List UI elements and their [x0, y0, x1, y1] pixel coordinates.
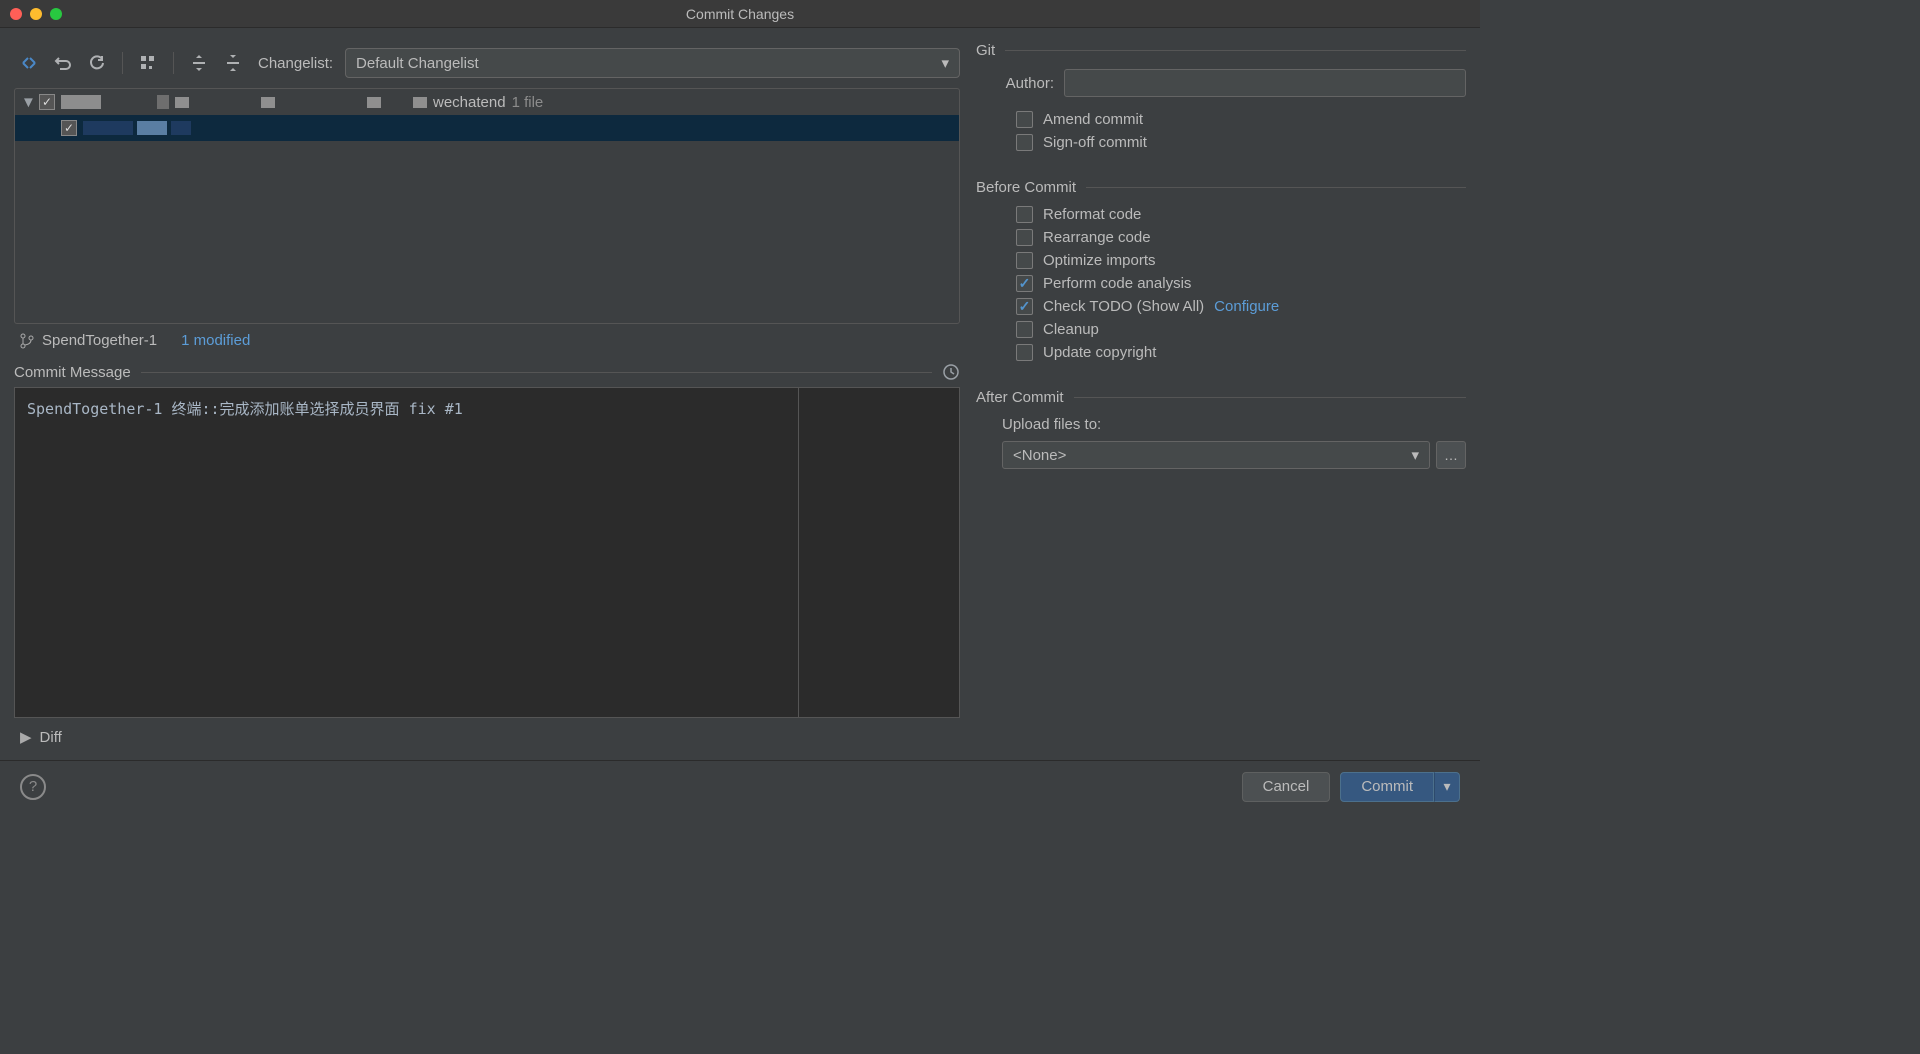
branch-name: SpendTogether-1 — [42, 332, 157, 349]
changelist-label: Changelist: — [258, 55, 333, 72]
folder-icon — [175, 97, 189, 108]
tree-file-row[interactable]: ✓ — [15, 115, 959, 141]
signoff-label: Sign-off commit — [1043, 134, 1147, 151]
group-by-icon[interactable] — [133, 48, 163, 78]
tree-checkbox[interactable]: ✓ — [61, 120, 77, 136]
optimize-checkbox[interactable] — [1016, 252, 1033, 269]
branch-bar: SpendTogether-1 1 modified — [14, 324, 960, 357]
window-close-button[interactable] — [10, 8, 22, 20]
branch-icon — [20, 333, 34, 349]
commit-message-text[interactable]: SpendTogether-1 终端::完成添加账单选择成员界面 fix #1 — [15, 388, 799, 717]
amend-checkbox[interactable] — [1016, 111, 1033, 128]
diff-label: Diff — [40, 729, 62, 746]
reformat-checkbox[interactable] — [1016, 206, 1033, 223]
tree-expand-icon[interactable]: ▼ — [21, 94, 33, 111]
refresh-icon[interactable] — [82, 48, 112, 78]
window-minimize-button[interactable] — [30, 8, 42, 20]
chevron-down-icon: ▾ — [1411, 446, 1419, 464]
after-commit-title: After Commit — [976, 389, 1064, 406]
tree-checkbox[interactable]: ✓ — [39, 94, 55, 110]
cleanup-label: Cleanup — [1043, 321, 1099, 338]
git-section-title: Git — [976, 42, 995, 59]
commit-message-side — [799, 388, 959, 717]
divider — [1005, 50, 1466, 51]
collapse-all-icon[interactable] — [218, 48, 248, 78]
file-tree[interactable]: ▼ ✓ wechatend 1 file — [14, 88, 960, 324]
changelist-value: Default Changelist — [356, 55, 479, 72]
chevron-right-icon: ▶ — [20, 728, 32, 746]
todo-checkbox[interactable] — [1016, 298, 1033, 315]
copyright-checkbox[interactable] — [1016, 344, 1033, 361]
help-button[interactable]: ? — [20, 774, 46, 800]
rearrange-label: Rearrange code — [1043, 229, 1151, 246]
optimize-label: Optimize imports — [1043, 252, 1156, 269]
divider — [1086, 187, 1466, 188]
file-count-hint: 1 file — [512, 94, 544, 111]
divider — [141, 372, 932, 373]
changelist-select[interactable]: Default Changelist ▾ — [345, 48, 960, 78]
analysis-label: Perform code analysis — [1043, 275, 1191, 292]
commit-message-area[interactable]: SpendTogether-1 终端::完成添加账单选择成员界面 fix #1 — [14, 387, 960, 718]
commit-button[interactable]: Commit — [1340, 772, 1434, 802]
todo-label: Check TODO (Show All) — [1043, 298, 1204, 315]
window-title: Commit Changes — [686, 6, 794, 22]
cleanup-checkbox[interactable] — [1016, 321, 1033, 338]
folder-icon — [367, 97, 381, 108]
copyright-label: Update copyright — [1043, 344, 1156, 361]
expand-all-icon[interactable] — [184, 48, 214, 78]
titlebar: Commit Changes — [0, 0, 1480, 28]
divider — [1074, 397, 1466, 398]
folder-icon — [261, 97, 275, 108]
folder-icon — [413, 97, 427, 108]
rearrange-checkbox[interactable] — [1016, 229, 1033, 246]
upload-label: Upload files to: — [1002, 416, 1466, 433]
browse-button[interactable]: … — [1436, 441, 1466, 469]
history-icon[interactable] — [942, 363, 960, 381]
reformat-label: Reformat code — [1043, 206, 1141, 223]
upload-value: <None> — [1013, 447, 1066, 464]
amend-label: Amend commit — [1043, 111, 1143, 128]
show-diff-icon[interactable] — [14, 48, 44, 78]
diff-section[interactable]: ▶ Diff — [14, 718, 960, 746]
author-label: Author: — [996, 75, 1054, 92]
commit-dropdown-button[interactable]: ▾ — [1434, 772, 1460, 802]
configure-link[interactable]: Configure — [1214, 298, 1279, 315]
toolbar: Changelist: Default Changelist ▾ — [14, 42, 960, 84]
signoff-checkbox[interactable] — [1016, 134, 1033, 151]
tree-root-row[interactable]: ▼ ✓ wechatend 1 file — [15, 89, 959, 115]
chevron-down-icon: ▾ — [941, 54, 949, 72]
before-commit-title: Before Commit — [976, 179, 1076, 196]
author-input[interactable] — [1064, 69, 1466, 97]
folder-name: wechatend — [433, 94, 506, 111]
analysis-checkbox[interactable] — [1016, 275, 1033, 292]
cancel-button[interactable]: Cancel — [1242, 772, 1331, 802]
window-zoom-button[interactable] — [50, 8, 62, 20]
upload-select[interactable]: <None> ▾ — [1002, 441, 1430, 469]
revert-icon[interactable] — [48, 48, 78, 78]
commit-message-title: Commit Message — [14, 364, 131, 381]
modified-count-link[interactable]: 1 modified — [181, 332, 250, 349]
